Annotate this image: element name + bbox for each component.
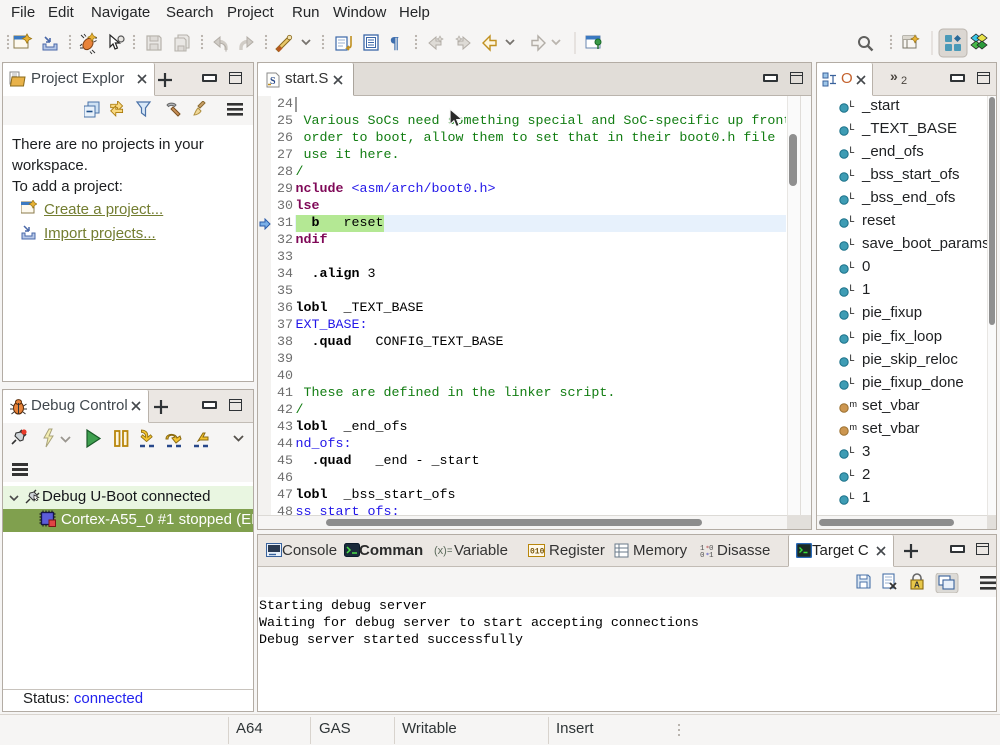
svg-text:010: 010 bbox=[530, 548, 545, 557]
svg-text:L: L bbox=[850, 469, 855, 478]
svg-text:L: L bbox=[850, 377, 855, 386]
svg-text:L: L bbox=[850, 331, 855, 340]
svg-text:¶: ¶ bbox=[390, 33, 399, 52]
svg-text:L: L bbox=[850, 146, 855, 155]
svg-text:L: L bbox=[850, 123, 855, 132]
svg-text:S: S bbox=[270, 76, 276, 87]
svg-text:L: L bbox=[850, 307, 855, 316]
svg-text:A: A bbox=[914, 581, 920, 590]
svg-text:L: L bbox=[850, 492, 855, 501]
svg-text:m: m bbox=[850, 423, 858, 432]
svg-text:L: L bbox=[850, 446, 855, 455]
svg-text:L: L bbox=[850, 169, 855, 178]
svg-text:L: L bbox=[850, 354, 855, 363]
svg-text:L: L bbox=[850, 238, 855, 247]
svg-text:L: L bbox=[850, 100, 855, 109]
svg-text:m: m bbox=[850, 400, 858, 409]
svg-text:L: L bbox=[850, 215, 855, 224]
svg-text:(x)=: (x)= bbox=[434, 545, 452, 557]
svg-text:L: L bbox=[850, 192, 855, 201]
svg-text:L: L bbox=[850, 261, 855, 270]
svg-text:L: L bbox=[850, 284, 855, 293]
